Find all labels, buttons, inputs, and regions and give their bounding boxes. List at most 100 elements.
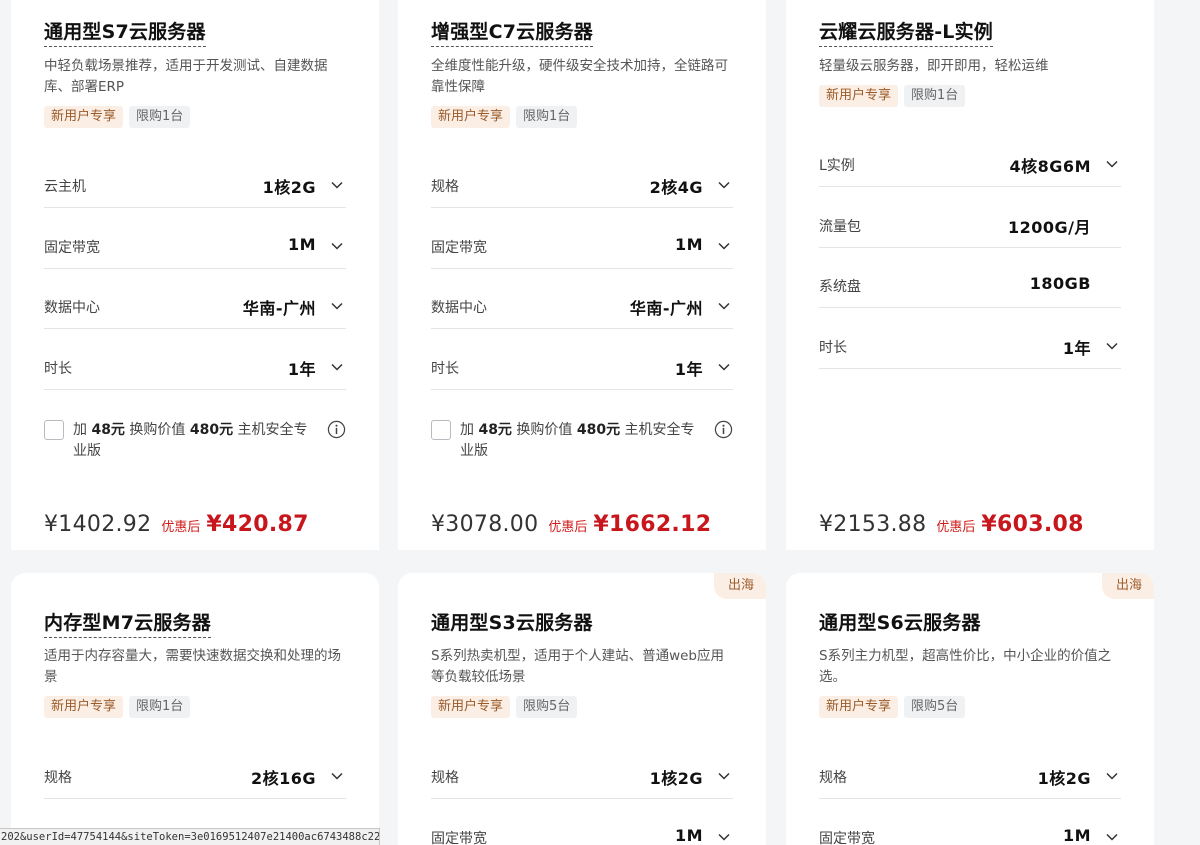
row-label: 固定带宽 bbox=[431, 240, 487, 256]
row-label: 云主机 bbox=[44, 179, 86, 195]
chevron-down-icon bbox=[1106, 342, 1118, 350]
row-value: 1核2G bbox=[262, 178, 316, 197]
discount-label: 优惠后 bbox=[161, 520, 201, 535]
new-user-tag: 新用户专享 bbox=[819, 696, 899, 718]
spec-row-instance[interactable]: 云主机 1核2G bbox=[44, 168, 346, 208]
row-label: 时长 bbox=[819, 340, 847, 356]
purchase-limit-tag: 限购5台 bbox=[516, 696, 578, 718]
purchase-limit-tag: 限购1台 bbox=[129, 696, 191, 718]
addon-checkbox[interactable] bbox=[44, 420, 64, 440]
spec-row-bandwidth[interactable]: 固定带宽 1M bbox=[44, 229, 346, 269]
row-label: 数据中心 bbox=[44, 300, 100, 316]
tag-group: 新用户专享 限购5台 bbox=[431, 696, 578, 718]
purchase-limit-tag: 限购1台 bbox=[904, 85, 966, 107]
row-value: 1M bbox=[674, 826, 703, 845]
card-description: S系列热卖机型，适用于个人建站、普通web应用等负载较低场景 bbox=[431, 648, 724, 685]
addon-security-option: 加 48元 换购价值 480元 主机安全专业版 bbox=[431, 420, 733, 464]
original-price: ¥3078.00 bbox=[431, 512, 539, 537]
chevron-down-icon bbox=[331, 181, 343, 189]
row-value: 2核4G bbox=[649, 178, 703, 197]
card-title[interactable]: 内存型M7云服务器 bbox=[44, 611, 211, 638]
row-label: 规格 bbox=[819, 770, 847, 786]
chevron-down-icon bbox=[718, 833, 730, 841]
spec-row-duration[interactable]: 时长 1年 bbox=[431, 350, 733, 390]
purchase-limit-tag: 限购1台 bbox=[516, 106, 578, 128]
card-description: 轻量级云服务器，即开即用，轻松运维 bbox=[819, 58, 1049, 74]
overseas-badge: 出海 bbox=[713, 573, 766, 599]
discount-label: 优惠后 bbox=[548, 520, 588, 535]
discount-price: ¥1662.12 bbox=[593, 512, 712, 537]
row-value: 1M bbox=[287, 235, 316, 254]
tag-group: 新用户专享 限购1台 bbox=[819, 85, 966, 107]
original-price: ¥2153.88 bbox=[819, 512, 927, 537]
overseas-badge: 出海 bbox=[1101, 573, 1154, 599]
addon-text: 加 48元 换购价值 480元 主机安全专业版 bbox=[460, 422, 695, 459]
spec-row-duration[interactable]: 时长 1年 bbox=[44, 350, 346, 390]
purchase-limit-tag: 限购5台 bbox=[904, 696, 966, 718]
card-title[interactable]: 云耀云服务器-L实例 bbox=[819, 20, 993, 47]
spec-row-instance[interactable]: 规格 1核2G bbox=[819, 759, 1121, 799]
purchase-limit-tag: 限购1台 bbox=[129, 106, 191, 128]
info-icon[interactable] bbox=[327, 420, 346, 439]
spec-row-datacenter[interactable]: 数据中心 华南-广州 bbox=[44, 289, 346, 329]
spec-row-instance[interactable]: L实例 4核8G6M bbox=[819, 147, 1121, 187]
chevron-down-icon bbox=[718, 181, 730, 189]
spec-row-traffic: 流量包 1200G/月 bbox=[819, 208, 1121, 248]
chevron-down-icon bbox=[1106, 160, 1118, 168]
info-icon[interactable] bbox=[714, 420, 733, 439]
spec-row-bandwidth[interactable]: 固定带宽 1M bbox=[819, 820, 1121, 845]
card-title[interactable]: 通用型S7云服务器 bbox=[44, 20, 206, 47]
card-description: S系列主力机型，超高性价比，中小企业的价值之选。 bbox=[819, 648, 1112, 685]
new-user-tag: 新用户专享 bbox=[431, 106, 511, 128]
row-value: 1核2G bbox=[1037, 769, 1091, 788]
status-bar-url: 202&userId=47754144&siteToken=3e01695124… bbox=[0, 828, 380, 845]
spec-row-instance[interactable]: 规格 2核16G bbox=[44, 759, 346, 799]
tag-group: 新用户专享 限购1台 bbox=[44, 106, 191, 128]
row-label: 时长 bbox=[431, 361, 459, 377]
row-label: 固定带宽 bbox=[431, 831, 487, 845]
card-description: 全维度性能升级，硬件级安全技术加持，全链路可靠性保障 bbox=[431, 58, 728, 95]
row-value: 180GB bbox=[1029, 274, 1091, 293]
chevron-down-icon bbox=[718, 772, 730, 780]
row-value: 华南-广州 bbox=[242, 299, 316, 318]
spec-row-bandwidth[interactable]: 固定带宽 1M bbox=[431, 820, 733, 845]
spec-row-disk: 系统盘 180GB bbox=[819, 268, 1121, 308]
row-label: L实例 bbox=[819, 158, 855, 174]
price-line: ¥2153.88 优惠后 ¥603.08 bbox=[819, 512, 1084, 537]
spec-row-bandwidth[interactable]: 固定带宽 1M bbox=[431, 229, 733, 269]
row-label: 规格 bbox=[431, 770, 459, 786]
spec-row-duration[interactable]: 时长 1年 bbox=[819, 329, 1121, 369]
chevron-down-icon bbox=[718, 242, 730, 250]
addon-checkbox[interactable] bbox=[431, 420, 451, 440]
discount-price: ¥420.87 bbox=[206, 512, 309, 537]
row-value: 2核16G bbox=[250, 769, 316, 788]
chevron-down-icon bbox=[718, 363, 730, 371]
row-value: 1M bbox=[674, 235, 703, 254]
row-label: 固定带宽 bbox=[819, 831, 875, 845]
product-card-s3: 出海 通用型S3云服务器 S系列热卖机型，适用于个人建站、普通web应用等负载较… bbox=[398, 573, 766, 845]
original-price: ¥1402.92 bbox=[44, 512, 152, 537]
chevron-down-icon bbox=[1106, 772, 1118, 780]
spec-row-datacenter[interactable]: 数据中心 华南-广州 bbox=[431, 289, 733, 329]
row-value: 1年 bbox=[1062, 339, 1091, 358]
tag-group: 新用户专享 限购1台 bbox=[44, 696, 191, 718]
card-title[interactable]: 通用型S6云服务器 bbox=[819, 611, 981, 635]
row-value: 1200G/月 bbox=[1007, 218, 1091, 237]
row-label: 时长 bbox=[44, 361, 72, 377]
card-title[interactable]: 通用型S3云服务器 bbox=[431, 611, 593, 635]
tag-group: 新用户专享 限购5台 bbox=[819, 696, 966, 718]
product-card-c7: 增强型C7云服务器 全维度性能升级，硬件级安全技术加持，全链路可靠性保障 新用户… bbox=[398, 0, 766, 550]
row-label: 规格 bbox=[431, 179, 459, 195]
discount-label: 优惠后 bbox=[936, 520, 976, 535]
product-card-s6: 出海 通用型S6云服务器 S系列主力机型，超高性价比，中小企业的价值之选。 新用… bbox=[786, 573, 1154, 845]
product-card-l-instance: 云耀云服务器-L实例 轻量级云服务器，即开即用，轻松运维 新用户专享 限购1台 … bbox=[786, 0, 1154, 550]
price-line: ¥1402.92 优惠后 ¥420.87 bbox=[44, 512, 309, 537]
new-user-tag: 新用户专享 bbox=[44, 696, 124, 718]
spec-row-instance[interactable]: 规格 2核4G bbox=[431, 168, 733, 208]
row-label: 固定带宽 bbox=[44, 240, 100, 256]
card-description: 适用于内存容量大，需要快速数据交换和处理的场景 bbox=[44, 648, 341, 685]
card-title[interactable]: 增强型C7云服务器 bbox=[431, 20, 593, 47]
spec-row-instance[interactable]: 规格 1核2G bbox=[431, 759, 733, 799]
addon-text: 加 48元 换购价值 480元 主机安全专业版 bbox=[73, 422, 308, 459]
chevron-down-icon bbox=[331, 363, 343, 371]
